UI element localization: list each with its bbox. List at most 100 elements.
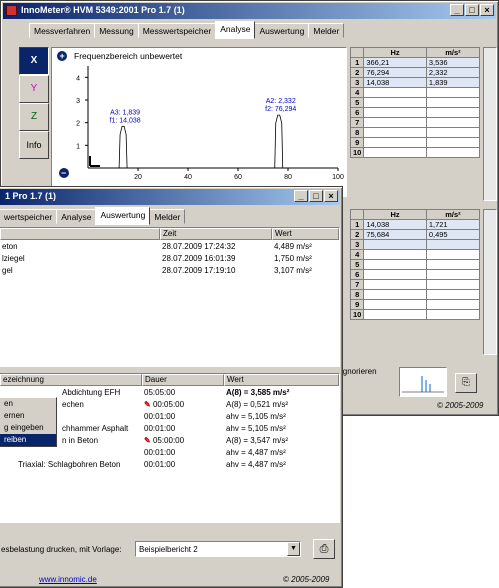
table-row[interactable]: 4 [349,87,481,98]
table-row[interactable]: 1 366,21 3,536 [349,57,481,68]
table-row[interactable]: 7 [349,279,481,290]
row-number: 8 [349,289,365,300]
table-row[interactable]: 5 [349,259,481,270]
cell-value [425,147,481,158]
print-button[interactable]: ⎙ [313,539,335,559]
table-row[interactable]: 7 [349,117,481,128]
list-item[interactable]: gel 28.07.2009 17:19:10 3,107 m/s² [0,266,339,275]
tab-analyse[interactable]: Analyse [215,21,256,39]
second-titlebar[interactable]: 1 Pro 1.7 (1) _ □ × [0,189,340,205]
item-duration: 00:05:00 [152,400,185,409]
axis-x-button[interactable]: X [19,47,49,75]
cell-value [425,249,481,260]
info-button[interactable]: Info [19,131,49,159]
item-duration: 00:01:00 [144,448,176,457]
tab-messwertspeicher[interactable]: Messwertspeicher [137,23,217,38]
table-row[interactable]: 9 [349,137,481,148]
tab2-analyse[interactable]: Analyse [56,209,97,224]
axis-z-button[interactable]: Z [19,103,49,131]
list2-header-name[interactable]: ezeichnung [0,374,142,386]
top-header-0[interactable]: Hz [363,47,427,58]
row-number: 5 [349,97,365,108]
template-select[interactable]: Beispielbericht 2 ▼ [135,541,301,557]
row-number: 7 [349,279,365,290]
chevron-down-icon[interactable]: ▼ [287,542,300,556]
menu-item-1[interactable]: ernen [0,410,56,422]
cell-value: 2,332 [425,67,481,78]
cell-value: 1,839 [425,77,481,88]
tab-melder[interactable]: Melder [308,23,345,38]
table-row[interactable]: 1 14,038 1,721 [349,219,481,230]
template-value: Beispielbericht 2 [139,545,198,554]
peak-label: A3: 1,839 [110,109,140,116]
menu-item-0[interactable]: en [0,398,56,410]
tab-messung[interactable]: Messung [94,23,139,38]
cell-value [425,107,481,118]
cell-hz: 76,294 [363,67,427,78]
list-item[interactable]: 00:01:00 ahv = 4,487 m/s² [0,448,339,457]
second-window-title: 1 Pro 1.7 (1) [5,191,57,201]
measurement-list: Zeit Wert eton 28.07.2009 17:24:32 4,489 m… [0,227,340,367]
list-item[interactable]: Abdichtung EFH 05:05:00 A(8) = 3,585 m/s² [0,388,339,397]
tab-messverfahren[interactable]: Messverfahren [29,23,96,38]
tab2-auswertung[interactable]: Auswertung [95,207,151,225]
second-tabs: wertspeicher Analyse Auswertung Melder [0,207,186,227]
table-row[interactable]: 10 [349,309,481,320]
scrollbar-top[interactable] [483,47,497,201]
row-number: 2 [349,67,365,78]
bottom-header-1[interactable]: m/s² [425,209,481,220]
cell-value [425,127,481,138]
item-duration: 00:01:00 [144,412,176,421]
top-header-1[interactable]: m/s² [425,47,481,58]
cell-hz [363,289,427,300]
table-row[interactable]: 2 76,294 2,332 [349,67,481,78]
svg-text:−: − [61,168,66,178]
axis-y-button[interactable]: Y [19,75,49,103]
second-minimize-icon[interactable]: _ [294,190,308,202]
table-row[interactable]: 6 [349,269,481,280]
copy-button[interactable]: ⎘ [455,373,477,393]
table-row[interactable]: 4 [349,249,481,260]
main-titlebar[interactable]: InnoMeter® HVM 5349:2001 Pro 1.7 (1) _ □… [3,3,496,19]
item-value: A(8) = 0,521 m/s² [226,400,289,409]
scrollbar-bottom[interactable] [483,209,497,355]
cell-value [425,309,481,320]
item-name: gel [2,266,13,275]
table-row[interactable]: 9 [349,299,481,310]
website-link[interactable]: www.innomic.de [39,575,97,584]
evaluation-list: ezeichnung Dauer Wert Abdichtung EFH 05:0… [0,373,340,523]
table-row[interactable]: 6 [349,107,481,118]
menu-item-2[interactable]: g eingeben [0,422,56,434]
second-window: 1 Pro 1.7 (1) _ □ × wertspeicher Analyse… [0,186,343,588]
table-row[interactable]: 3 [349,239,481,250]
minimize-icon[interactable]: _ [450,4,464,16]
close-icon[interactable]: × [480,4,494,16]
second-close-icon[interactable]: × [324,190,338,202]
second-maximize-icon[interactable]: □ [309,190,323,202]
table-row[interactable]: 8 [349,127,481,138]
list1-header-time[interactable]: Zeit [160,228,272,240]
list-item[interactable]: Triaxial: Schlagbohren Beton 00:01:00 ahv … [0,460,339,469]
tab2-messwertspeicher[interactable]: wertspeicher [0,209,58,224]
table-row[interactable]: 2 75,684 0,495 [349,229,481,240]
list-item[interactable]: lziegel 28.07.2009 16:01:39 1,750 m/s² [0,254,339,263]
item-name: Triaxial: Schlagbohren Beton [18,460,121,469]
bottom-header-0[interactable]: Hz [363,209,427,220]
item-time: 28.07.2009 16:01:39 [162,254,236,263]
list2-header-duration[interactable]: Dauer [142,374,224,386]
list-item[interactable]: eton 28.07.2009 17:24:32 4,489 m/s² [0,242,339,251]
table-row[interactable]: 10 [349,147,481,158]
table-row[interactable]: 5 [349,97,481,108]
row-number: 7 [349,117,365,128]
table-row[interactable]: 3 14,038 1,839 [349,77,481,88]
maximize-icon[interactable]: □ [465,4,479,16]
tab-auswertung[interactable]: Auswertung [254,23,310,38]
list2-header-value[interactable]: Wert [224,374,339,386]
tab2-melder[interactable]: Melder [149,209,186,224]
table-row[interactable]: 8 [349,289,481,300]
list1-header-name[interactable] [0,228,160,240]
list1-header-value[interactable]: Wert [272,228,339,240]
cell-hz [363,87,427,98]
menu-item-3[interactable]: reiben [0,434,56,446]
cell-value [425,299,481,310]
